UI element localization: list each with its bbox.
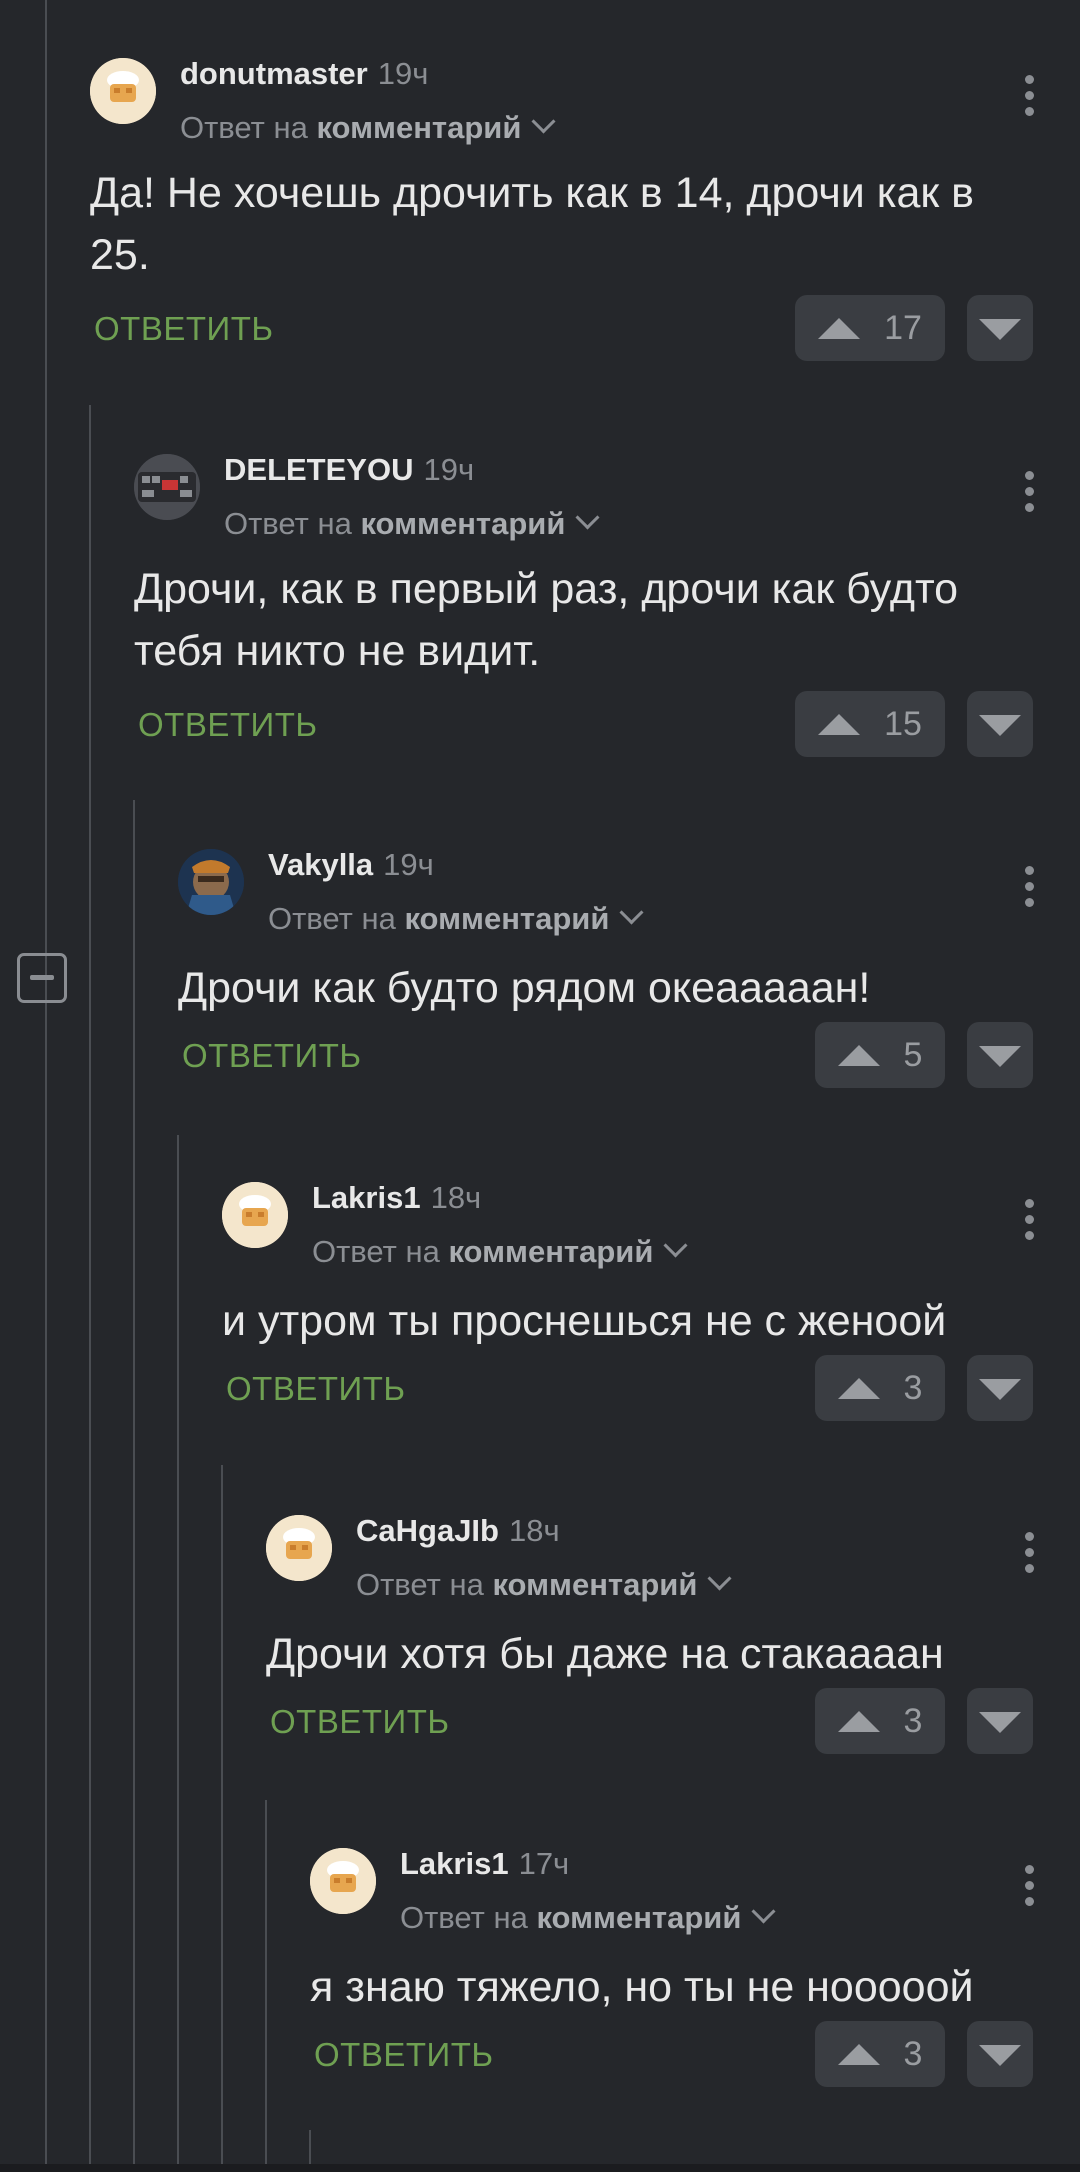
chevron-down-icon [531,109,556,134]
collapse-thread-button[interactable] [17,953,67,1003]
comment-text: Дрочи хотя бы даже на стакаааан [266,1630,944,1678]
score: 3 [903,2034,923,2073]
score: 3 [903,1701,923,1740]
reply-button[interactable]: ОТВЕТИТЬ [314,2036,494,2074]
thread-line-1 [45,0,47,2164]
reply-to-link[interactable]: Ответ на комментарий [400,1899,776,1936]
thread-line-3 [133,800,135,2164]
chef-hat-cake-avatar[interactable] [222,1182,288,1248]
comment-author[interactable]: Lakris1 17ч [400,1846,569,1882]
reply-button[interactable]: ОТВЕТИТЬ [138,706,318,744]
upvote-button[interactable]: 3 [815,2021,945,2087]
arrow-up-icon [837,2043,880,2065]
space-marine-avatar[interactable] [178,849,244,915]
arrow-up-icon [837,1710,880,1732]
downvote-button[interactable] [967,691,1033,757]
comment: donutmaster 19ч Ответ на комментарий Да! … [90,40,1080,370]
arrow-down-icon [979,1046,1021,1067]
comment-time: 19ч [383,847,434,882]
comment-time: 18ч [508,1513,560,1548]
comment-author[interactable]: Lakris1 18ч [312,1180,481,1216]
upvote-button[interactable]: 5 [815,1022,945,1088]
upvote-button[interactable]: 3 [815,1355,945,1421]
downvote-button[interactable] [967,1688,1033,1754]
arrow-up-icon [818,713,861,735]
reply-to-link[interactable]: Ответ на комментарий [224,505,600,542]
downvote-button[interactable] [967,2021,1033,2087]
reply-button[interactable]: ОТВЕТИТЬ [226,1370,406,1408]
downvote-button[interactable] [967,1355,1033,1421]
more-options-icon[interactable] [1023,75,1035,125]
chevron-down-icon [707,1566,732,1591]
reply-to-link[interactable]: Ответ на комментарий [180,109,556,146]
thread-line-7 [309,2130,311,2164]
comment-time: 19ч [377,56,429,91]
comment-text: Дрочи как будто рядом океааааан! [178,964,871,1012]
chef-hat-cake-avatar[interactable] [310,1848,376,1914]
comment-text: Да! Не хочешь дрочить как в 14, дрочи ка… [90,169,974,279]
thread-line-5 [221,1465,223,2164]
arrow-up-icon [837,1044,880,1066]
comment-text: и утром ты проснешься не с женоой [222,1297,947,1345]
upvote-button[interactable]: 3 [815,1688,945,1754]
comment-author[interactable]: DELETEYOU 19ч [224,452,474,488]
reply-to-link[interactable]: Ответ на комментарий [312,1233,688,1270]
arrow-down-icon [979,319,1021,340]
thread-line-2 [89,405,91,2164]
arrow-down-icon [979,2045,1021,2066]
arrow-up-icon [837,1377,880,1399]
downvote-button[interactable] [967,1022,1033,1088]
comment-text: Дрочи, как в первый раз, дрочи как будто… [134,565,959,675]
score: 17 [884,308,922,347]
more-options-icon[interactable] [1023,1532,1035,1582]
reply-to-link[interactable]: Ответ на комментарий [268,900,644,937]
comment-author[interactable]: CaHgaJIb 18ч [356,1513,560,1549]
bottom-edge [0,2164,1080,2172]
score: 3 [903,1368,923,1407]
reply-button[interactable]: ОТВЕТИТЬ [182,1037,362,1075]
upvote-button[interactable]: 15 [795,691,945,757]
thread-line-4 [177,1135,179,2164]
score: 5 [903,1035,923,1074]
chevron-down-icon [663,1233,688,1258]
reply-to-link[interactable]: Ответ на комментарий [356,1566,732,1603]
comment: DELETEYOU 19ч Ответ на комментарий Дрочи,… [134,436,1080,766]
upvote-button[interactable]: 17 [795,295,945,361]
comment: Lakris1 18ч Ответ на комментарий и утром … [222,1164,1080,1444]
more-options-icon[interactable] [1023,1199,1035,1249]
comment-text: я знаю тяжело, но ты не нооооой [310,1963,974,2011]
keyboard-avatar[interactable] [134,454,200,520]
comment-author[interactable]: Vakylla 19ч [268,847,434,883]
score: 15 [884,704,922,743]
more-options-icon[interactable] [1023,1865,1035,1915]
reply-button[interactable]: ОТВЕТИТЬ [270,1703,450,1741]
comment-author[interactable]: donutmaster 19ч [180,56,428,92]
reply-button[interactable]: ОТВЕТИТЬ [94,310,274,348]
more-options-icon[interactable] [1023,471,1035,521]
chevron-down-icon [751,1899,776,1924]
arrow-down-icon [979,1712,1021,1733]
chevron-down-icon [619,900,644,925]
arrow-down-icon [979,1379,1021,1400]
arrow-up-icon [818,317,861,339]
thread-line-6 [265,1800,267,2164]
more-options-icon[interactable] [1023,866,1035,916]
comment: CaHgaJIb 18ч Ответ на комментарий Дрочи х… [266,1497,1080,1777]
comment-time: 17ч [518,1846,570,1881]
comment: Lakris1 17ч Ответ на комментарий я знаю т… [310,1830,1080,2110]
chef-hat-cake-avatar[interactable] [266,1515,332,1581]
comment-time: 18ч [430,1180,482,1215]
chevron-down-icon [575,505,600,530]
comment: Vakylla 19ч Ответ на комментарий Дрочи ка… [178,831,1080,1111]
chef-hat-cake-avatar[interactable] [90,58,156,124]
comment-time: 19ч [423,452,475,487]
downvote-button[interactable] [967,295,1033,361]
arrow-down-icon [979,715,1021,736]
